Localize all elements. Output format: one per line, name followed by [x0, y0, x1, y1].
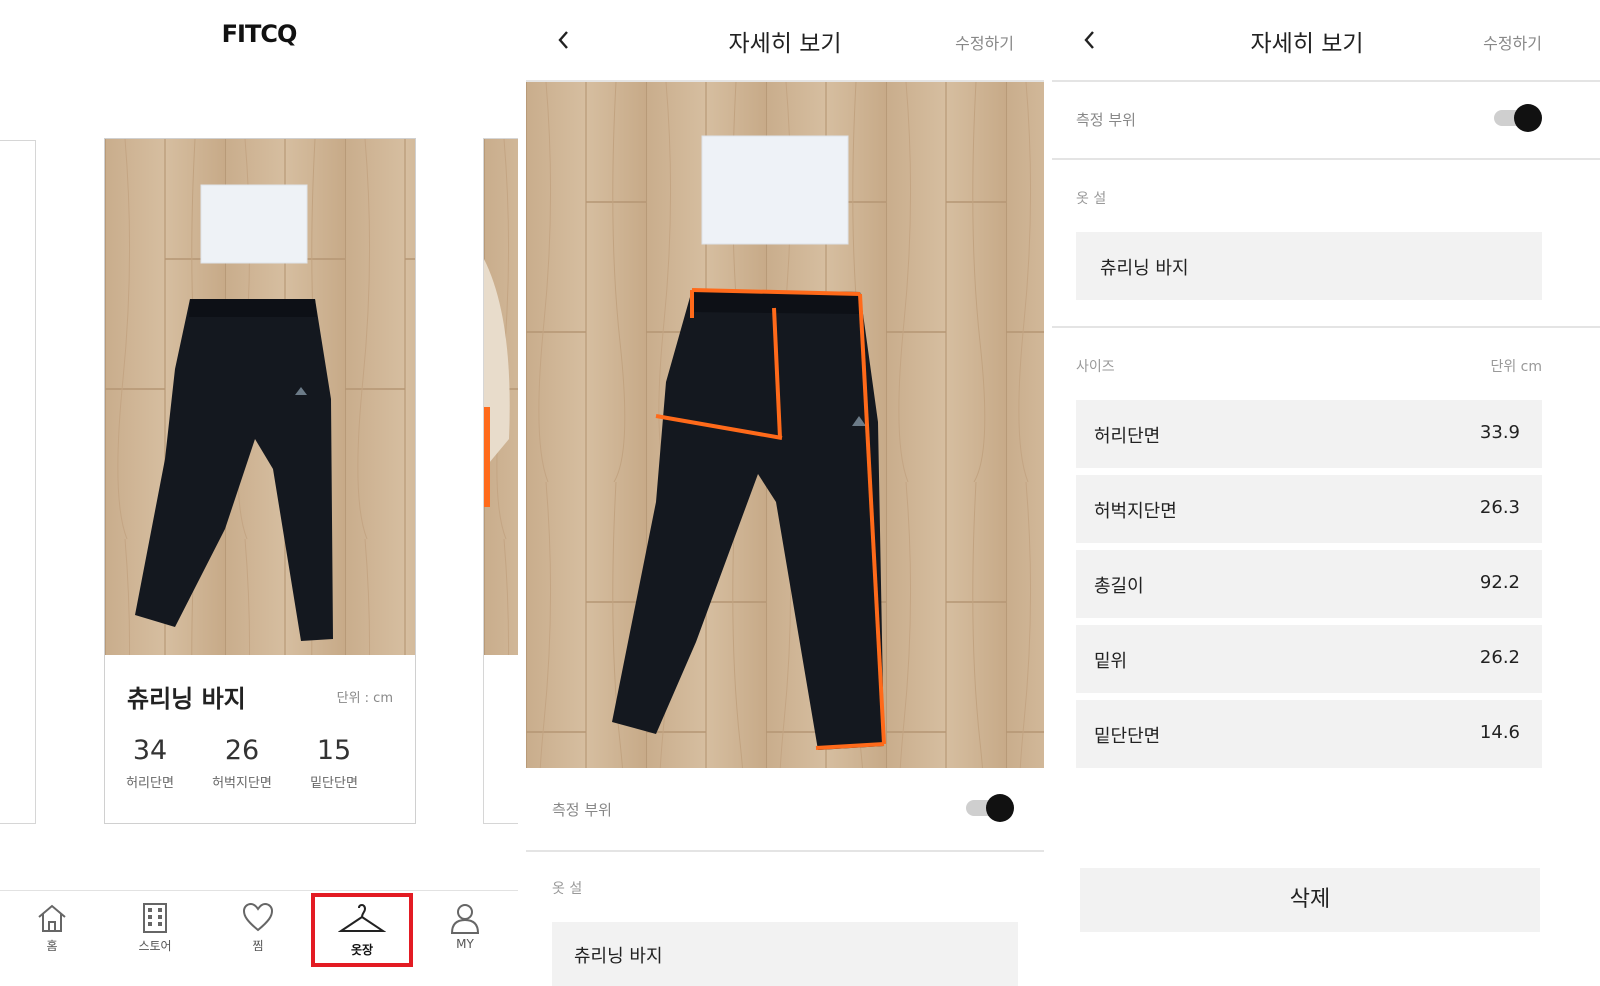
stat-value: 15 [316, 735, 352, 766]
edit-button[interactable]: 수정하기 [1483, 30, 1542, 54]
bottom-tab-bar: 홈 스토어 찜 옷장 MY [0, 890, 518, 986]
measure-label: 측정 부위 [552, 801, 612, 819]
size-value: 26.2 [1479, 647, 1520, 668]
size-row: 밑위 26.2 [1076, 625, 1542, 693]
stat-value: 34 [132, 735, 168, 766]
tab-home[interactable]: 홈 [2, 891, 102, 971]
stat-waist: 34 허리단면 [105, 735, 195, 791]
size-row: 허벅지단면 26.3 [1076, 475, 1542, 543]
measure-toggle[interactable] [966, 794, 1014, 822]
measure-toggle[interactable] [1494, 104, 1542, 132]
next-card-name: 만 [506, 823, 518, 824]
clothing-name: 츄리닝 바지 [127, 685, 246, 713]
size-value: 14.6 [1479, 722, 1520, 743]
clothing-name-value: 츄리닝 바지 [1100, 258, 1189, 279]
clothing-name-field[interactable]: 츄리닝 바지 [1076, 232, 1542, 300]
heart-icon [242, 902, 274, 932]
tab-closet[interactable]: 옷장 [311, 893, 413, 967]
detail-header: 자세히 보기 수정하기 [1052, 0, 1600, 82]
home-icon [38, 904, 66, 932]
unit-label: 단위 : cm [336, 691, 393, 706]
stat-label: 밑단단면 [310, 776, 358, 791]
name-section-label: 옷 설 [552, 881, 583, 897]
next-card[interactable]: 만 어 [483, 138, 518, 824]
detail-header: 자세히 보기 수정하기 [526, 0, 1044, 82]
measurement-photo [526, 82, 1044, 768]
measure-toggle-row: 측정 부위 [1052, 80, 1600, 160]
size-unit-label: 단위 cm [1490, 359, 1542, 375]
size-detail-screen: 자세히 보기 수정하기 측정 부위 옷 설 츄리닝 바지 사이즈 단위 cm 허… [1052, 0, 1600, 986]
tab-label: MY [456, 937, 474, 951]
size-row: 허리단면 33.9 [1076, 400, 1542, 468]
size-name: 밑단단면 [1094, 726, 1161, 747]
tab-label: 스토어 [138, 939, 172, 953]
edit-button[interactable]: 수정하기 [955, 30, 1014, 54]
app-logo: FITCQ [221, 20, 298, 48]
detail-screen: 자세히 보기 수정하기 측정 부위 옷 설 츄리닝 바지 [526, 0, 1044, 986]
user-icon [450, 904, 480, 934]
tab-wishlist[interactable]: 찜 [208, 891, 308, 971]
clothing-name-field[interactable]: 츄리닝 바지 [552, 922, 1018, 986]
size-name: 밑위 [1094, 651, 1128, 672]
hanger-icon [338, 903, 386, 932]
stat-hem: 15 밑단단면 [289, 735, 379, 791]
measure-toggle-row: 측정 부위 [526, 768, 1044, 852]
tab-store[interactable]: 스토어 [105, 891, 205, 971]
stat-thigh: 26 허벅지단면 [197, 735, 287, 791]
clothing-photo [105, 139, 415, 655]
size-section-label: 사이즈 [1076, 359, 1115, 375]
wardrobe-list-screen: FITCQ 츄리닝 바지 단위 : cm 34 허리단면 26 허벅지단면 15… [0, 0, 518, 986]
previous-card[interactable] [0, 140, 36, 824]
tab-label: 옷장 [350, 943, 374, 957]
clothing-name-value: 츄리닝 바지 [574, 946, 663, 967]
tab-label: 찜 [252, 939, 264, 953]
tab-label: 홈 [46, 939, 58, 953]
size-name: 허벅지단면 [1094, 501, 1177, 522]
measure-label: 측정 부위 [1076, 111, 1136, 129]
size-name: 총길이 [1094, 576, 1144, 597]
size-name: 허리단면 [1094, 426, 1161, 447]
size-value: 26.3 [1479, 497, 1520, 518]
clothing-card[interactable]: 츄리닝 바지 단위 : cm 34 허리단면 26 허벅지단면 15 밑단단면 [104, 138, 416, 824]
divider [1052, 326, 1600, 328]
size-value: 33.9 [1479, 422, 1520, 443]
stat-label: 허리단면 [126, 776, 174, 791]
size-row: 밑단단면 14.6 [1076, 700, 1542, 768]
name-section-label: 옷 설 [1076, 191, 1107, 207]
size-value: 92.2 [1479, 572, 1520, 593]
store-icon [143, 903, 167, 933]
size-row: 총길이 92.2 [1076, 550, 1542, 618]
stat-value: 26 [224, 735, 260, 766]
stat-label: 허벅지단면 [212, 776, 272, 791]
delete-button[interactable]: 삭제 [1080, 868, 1540, 932]
tab-my[interactable]: MY [415, 891, 515, 971]
next-card-photo [484, 139, 518, 655]
